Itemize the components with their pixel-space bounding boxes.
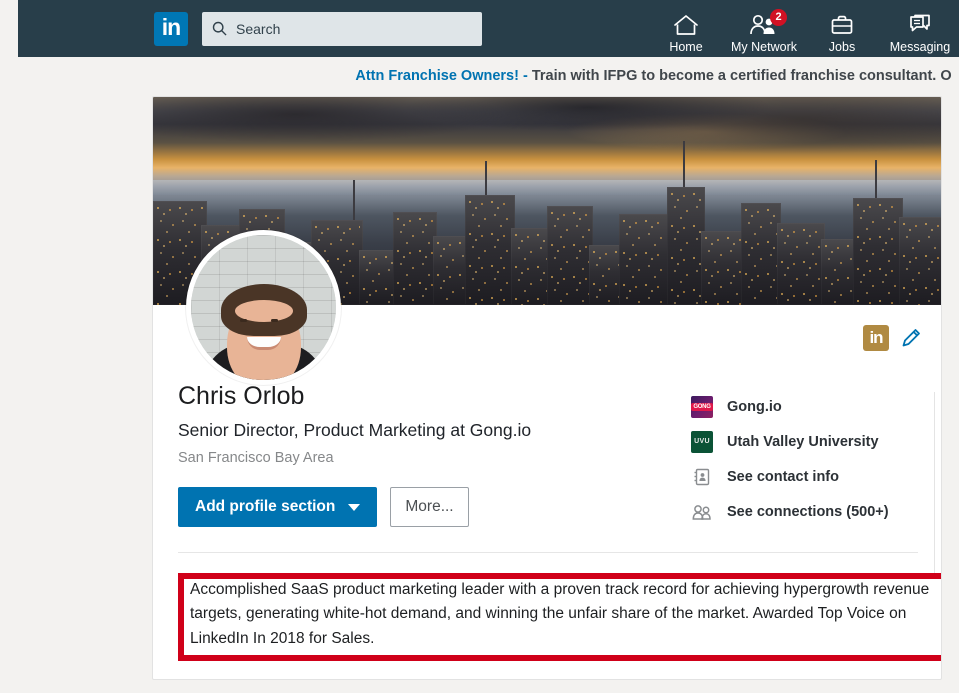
nav-right-group: Home 2 My Network J <box>647 0 959 57</box>
linkedin-premium-badge-icon[interactable]: in <box>863 325 889 351</box>
avatar-image <box>191 235 336 380</box>
add-profile-section-label: Add profile section <box>195 498 335 516</box>
uvu-logo-text: UVU <box>694 438 710 445</box>
linkedin-logo-text: in <box>162 16 180 39</box>
info-item-company-label: Gong.io <box>727 399 782 415</box>
gong-logo-text: GONG <box>691 403 712 411</box>
linkedin-logo-icon[interactable]: in <box>154 12 188 46</box>
promo-banner-highlight: Attn Franchise Owners! - <box>355 68 527 84</box>
nav-item-jobs[interactable]: Jobs <box>803 11 881 54</box>
my-network-notification-badge: 2 <box>770 9 787 26</box>
promo-banner[interactable]: Attn Franchise Owners! - Train with IFPG… <box>18 57 959 94</box>
avatar-hair <box>221 284 307 336</box>
top-navigation-bar: in Search Home <box>18 0 959 57</box>
nav-left-group: in Search <box>154 12 482 46</box>
profile-card-actions: in <box>863 325 923 351</box>
info-item-company[interactable]: GONG Gong.io <box>691 389 921 424</box>
summary-highlight-box: Accomplished SaaS product marketing lead… <box>178 573 942 661</box>
gong-company-logo-icon: GONG <box>691 396 713 418</box>
nav-item-home[interactable]: Home <box>647 11 725 54</box>
info-item-connections-label: See connections (500+) <box>727 504 889 520</box>
nav-item-messaging-label: Messaging <box>890 40 950 54</box>
nav-item-messaging[interactable]: Messaging <box>881 11 959 54</box>
profile-card: in Chris Orlob Senior Director, Product … <box>152 96 942 680</box>
promo-banner-text: Attn Franchise Owners! - Train with IFPG… <box>25 68 951 84</box>
uvu-school-logo-icon: UVU <box>691 431 713 453</box>
avatar-eye-left <box>240 319 247 322</box>
premium-badge-text: in <box>869 329 882 346</box>
promo-banner-body: Train with IFPG to become a certified fr… <box>528 68 952 84</box>
profile-action-buttons: Add profile section More... <box>178 487 648 527</box>
avatar-eye-right <box>271 319 278 322</box>
info-item-contact[interactable]: See contact info <box>691 459 921 494</box>
page-title: Chris Orlob <box>178 382 648 412</box>
nav-item-home-label: Home <box>669 40 702 54</box>
add-profile-section-button[interactable]: Add profile section <box>178 487 377 527</box>
nav-item-jobs-label: Jobs <box>829 40 855 54</box>
messaging-icon <box>907 11 933 37</box>
more-button[interactable]: More... <box>390 487 468 527</box>
info-item-connections[interactable]: See connections (500+) <box>691 494 921 529</box>
section-divider <box>178 552 918 553</box>
profile-summary: Accomplished SaaS product marketing lead… <box>190 578 930 651</box>
connections-people-icon <box>691 501 713 523</box>
chevron-down-icon <box>348 504 360 511</box>
edit-pencil-icon[interactable] <box>899 326 923 350</box>
profile-location: San Francisco Bay Area <box>178 450 648 466</box>
search-icon <box>212 21 227 36</box>
info-item-school[interactable]: UVU Utah Valley University <box>691 424 921 459</box>
profile-secondary-column: GONG Gong.io UVU Utah Valley University <box>691 389 921 529</box>
avatar[interactable] <box>186 230 341 385</box>
profile-headline: Senior Director, Product Marketing at Go… <box>178 419 648 442</box>
home-icon <box>673 11 699 37</box>
briefcase-icon <box>829 11 855 37</box>
address-book-icon <box>691 466 713 488</box>
search-input[interactable]: Search <box>202 12 482 46</box>
search-placeholder: Search <box>236 21 280 37</box>
info-item-contact-label: See contact info <box>727 469 839 485</box>
nav-item-my-network[interactable]: 2 My Network <box>725 11 803 54</box>
profile-primary-column: Chris Orlob Senior Director, Product Mar… <box>178 382 648 527</box>
info-item-school-label: Utah Valley University <box>727 434 879 450</box>
nav-item-my-network-label: My Network <box>731 40 797 54</box>
